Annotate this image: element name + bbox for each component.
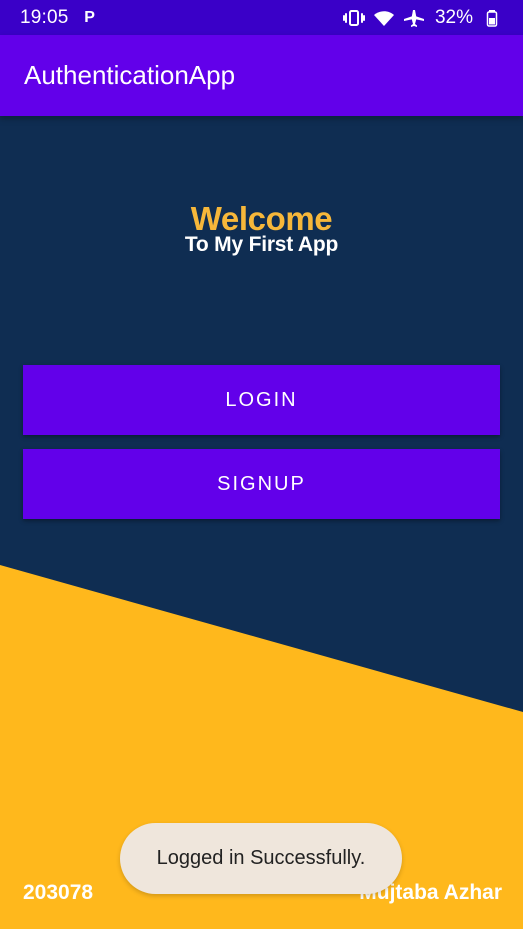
status-time: 19:05	[20, 6, 69, 28]
airplane-icon	[403, 9, 425, 27]
app-bar: AuthenticationApp	[0, 35, 523, 116]
login-button[interactable]: LOGIN	[23, 365, 500, 435]
vibrate-icon	[342, 9, 365, 27]
welcome-subtitle: To My First App	[184, 233, 339, 256]
student-id-text: 203078	[23, 881, 94, 904]
battery-percent: 32%	[434, 6, 473, 28]
toast-message: Logged in Successfully.	[156, 847, 366, 869]
battery-icon	[481, 9, 503, 27]
app-title: AuthenticationApp	[24, 60, 236, 90]
status-bar-left: 19:05 P	[20, 7, 99, 29]
success-toast: Logged in Successfully.	[120, 823, 402, 894]
main-content: Welcome To My First App LOGIN SIGNUP 203…	[0, 116, 523, 929]
signup-button[interactable]: SIGNUP	[23, 449, 500, 519]
status-bar: 19:05 P 32%	[0, 0, 523, 35]
app-badge-icon: P	[84, 8, 95, 26]
status-bar-right: 32%	[342, 6, 503, 29]
wifi-icon	[373, 9, 395, 27]
